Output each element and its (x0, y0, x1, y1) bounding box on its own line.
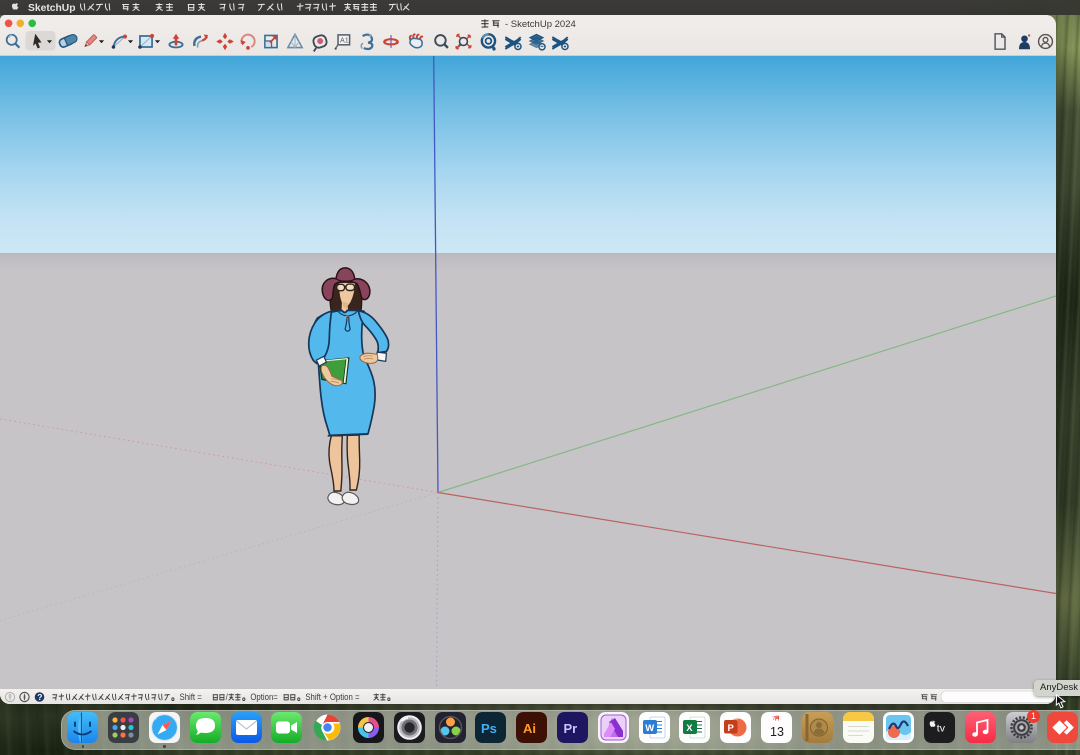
svg-text:?: ? (37, 692, 42, 702)
svg-text:/: / (226, 691, 229, 702)
svg-text:SketchUp: SketchUp (28, 3, 76, 14)
svg-text:P: P (728, 723, 735, 734)
svg-text:A1: A1 (340, 36, 349, 44)
svg-text:Pr: Pr (563, 721, 577, 736)
svg-text:Ps: Ps (481, 721, 497, 736)
svg-text:Shift + Option =: Shift + Option = (303, 691, 361, 702)
svg-text:7: 7 (772, 716, 775, 722)
svg-text:Shift =: Shift = (177, 691, 204, 702)
svg-text:X: X (686, 723, 693, 734)
svg-text:Option=: Option= (248, 691, 280, 702)
svg-text:tv: tv (937, 723, 946, 735)
svg-text:13: 13 (770, 725, 784, 739)
svg-text:W: W (645, 723, 654, 734)
svg-text:Ai: Ai (523, 721, 536, 736)
svg-text:- SketchUp 2024: - SketchUp 2024 (505, 19, 576, 30)
